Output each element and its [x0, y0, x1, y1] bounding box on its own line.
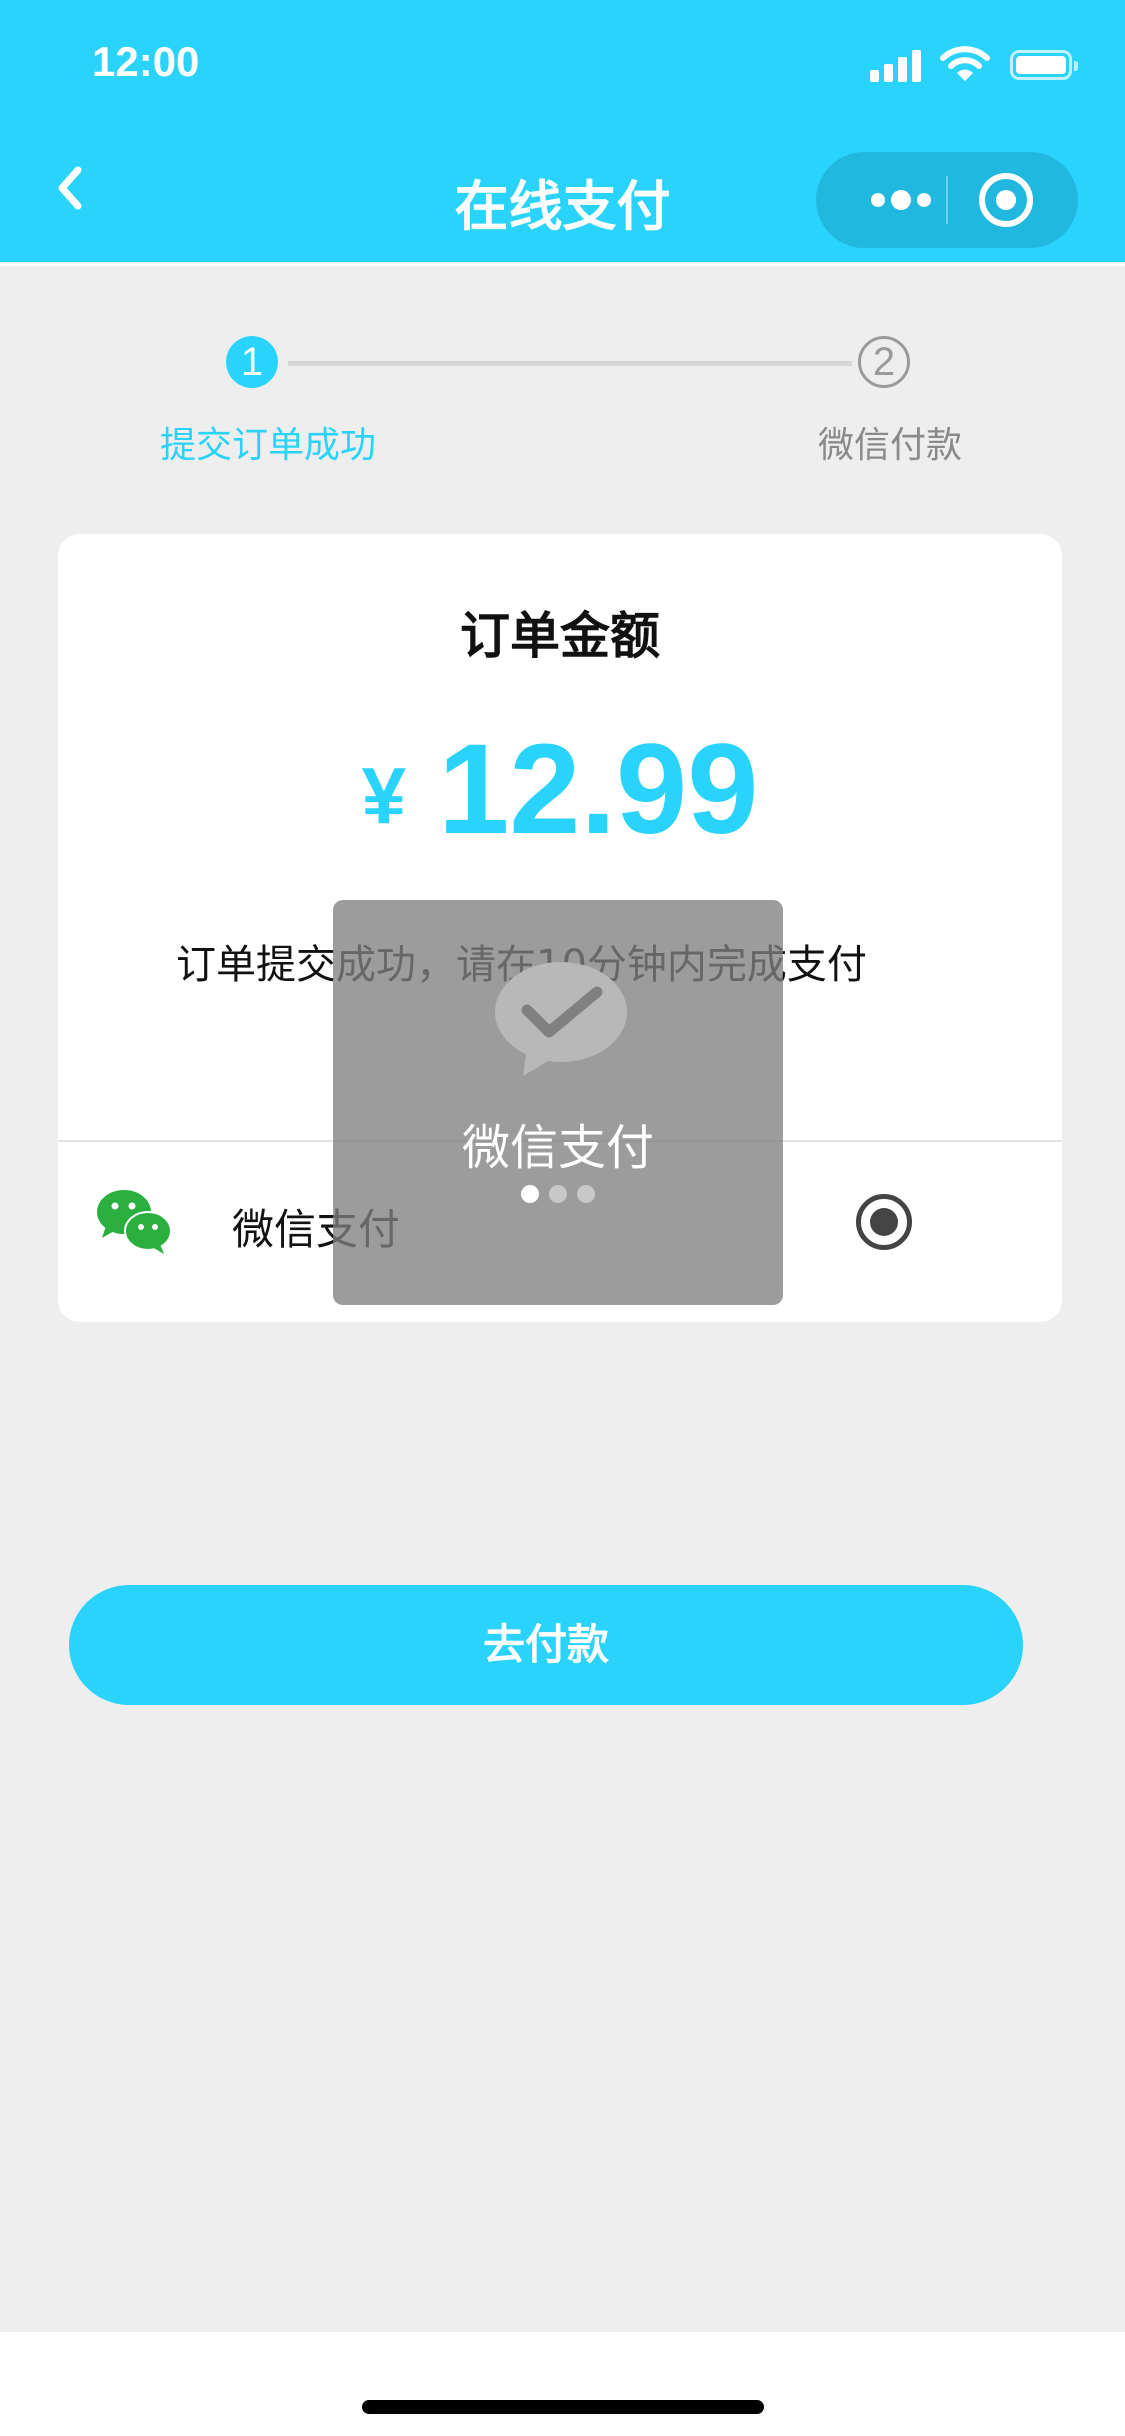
wechat-icon — [97, 1190, 172, 1254]
wechat-pay-loading-overlay: 微信支付 — [333, 900, 783, 1305]
order-amount: ¥12.99 — [58, 716, 1062, 863]
battery-icon — [1010, 50, 1078, 80]
step-1-indicator: 1 — [226, 336, 278, 388]
wechat-pay-logo-icon — [495, 962, 627, 1076]
step-1-label: 提交订单成功 — [160, 425, 377, 466]
capsule-divider — [946, 176, 948, 224]
radio-selected-icon[interactable] — [856, 1194, 912, 1250]
close-mini-program-icon[interactable] — [978, 172, 1034, 228]
cellular-signal-icon — [870, 48, 922, 82]
progress-stepper: 1 2 提交订单成功 微信付款 — [0, 330, 1125, 470]
pay-button[interactable]: 去付款 — [69, 1585, 1023, 1705]
status-bar: 12:00 — [0, 0, 1125, 132]
currency-symbol: ¥ — [361, 751, 407, 840]
bottom-safe-area — [0, 2332, 1125, 2436]
page-dot — [577, 1185, 595, 1203]
status-time: 12:00 — [92, 38, 200, 85]
nav-bar: 在线支付 — [0, 132, 1125, 266]
amount-value: 12.99 — [438, 718, 759, 861]
page-dot-active — [521, 1185, 539, 1203]
order-amount-title: 订单金额 — [460, 607, 660, 665]
page-dot — [549, 1185, 567, 1203]
step-2-indicator: 2 — [858, 336, 910, 388]
page-indicator — [333, 1185, 783, 1207]
mini-program-capsule — [816, 152, 1078, 248]
step-2-label: 微信付款 — [818, 425, 963, 466]
more-options-icon[interactable] — [856, 180, 946, 220]
step-connector — [288, 361, 852, 366]
home-indicator[interactable] — [362, 2400, 764, 2414]
overlay-label: 微信支付 — [461, 1120, 654, 1176]
wifi-icon — [940, 46, 990, 81]
